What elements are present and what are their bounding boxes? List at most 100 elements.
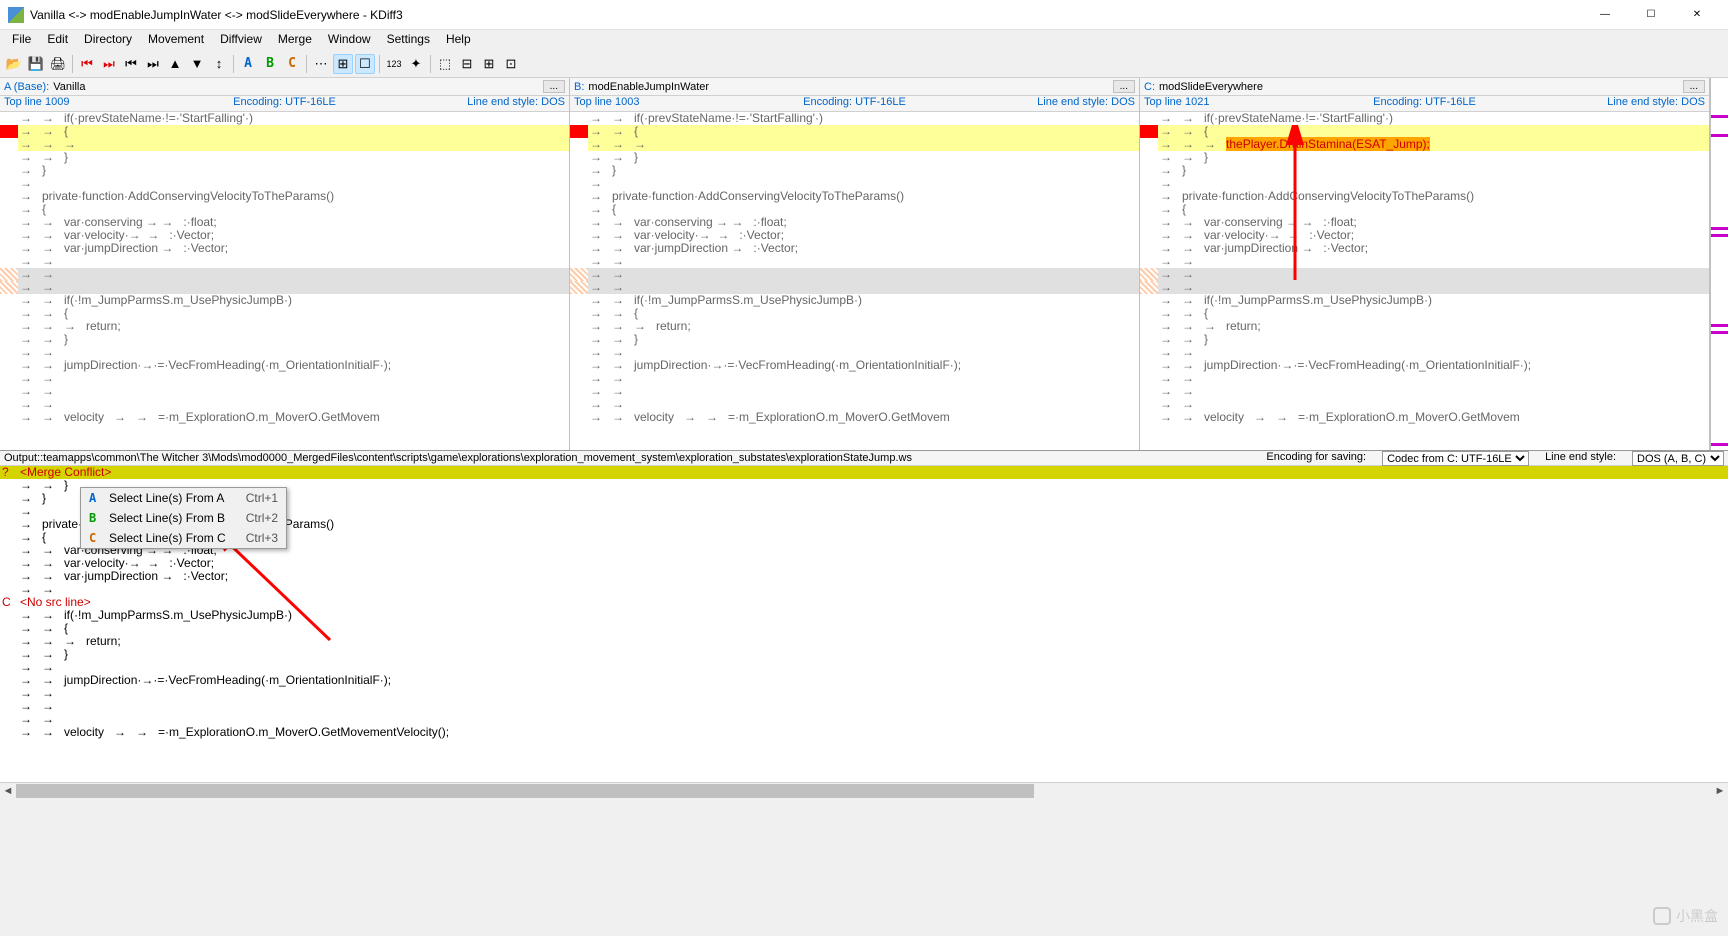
menu-diffview[interactable]: Diffview <box>212 30 270 50</box>
output-line[interactable]: → → { <box>0 622 1728 635</box>
code-line[interactable]: → → <box>0 372 569 385</box>
output-line[interactable]: → → jumpDirection·→·=·VecFromHeading(·m_… <box>0 674 1728 687</box>
code-line[interactable]: → → if(·!m_JumpParmsS.m_UsePhysicJumpB·) <box>0 294 569 307</box>
code-line[interactable]: → → → return; <box>1140 320 1709 333</box>
code-line[interactable]: → → jumpDirection·→·=·VecFromHeading(·m_… <box>0 359 569 372</box>
select-b-button[interactable]: B <box>260 54 280 74</box>
code-line[interactable]: → → } <box>0 151 569 164</box>
code-line[interactable]: → → if(·prevStateName·!=·'StartFalling'·… <box>570 112 1139 125</box>
output-encoding-select[interactable]: Codec from C: UTF-16LE <box>1382 451 1529 466</box>
output-line[interactable]: → → <box>0 583 1728 596</box>
code-line[interactable]: → } <box>570 164 1139 177</box>
code-line[interactable]: → → <box>570 385 1139 398</box>
code-line[interactable]: → → if(·!m_JumpParmsS.m_UsePhysicJumpB·) <box>1140 294 1709 307</box>
pane-a-code[interactable]: → → if(·prevStateName·!=·'StartFalling'·… <box>0 112 569 450</box>
context-menu-item[interactable]: ASelect Line(s) From ACtrl+1 <box>81 488 286 508</box>
code-line[interactable]: → → velocity → → =·m_ExplorationO.m_Move… <box>1140 411 1709 424</box>
toggle-wrap-icon[interactable]: ☐ <box>355 54 375 74</box>
code-line[interactable]: → → } <box>1140 151 1709 164</box>
scroll-right-icon[interactable]: ► <box>1712 783 1728 798</box>
output-line[interactable]: → → var·velocity·→ → :·Vector; <box>0 557 1728 570</box>
code-line[interactable]: → → } <box>1140 333 1709 346</box>
code-line[interactable]: → → velocity → → =·m_ExplorationO.m_Move… <box>570 411 1139 424</box>
toggle-split-icon[interactable]: ⊞ <box>333 54 353 74</box>
nav-next-conflict[interactable]: ⏭ <box>99 54 119 74</box>
scroll-left-icon[interactable]: ◄ <box>0 783 16 798</box>
output-line[interactable]: → → → return; <box>0 635 1728 648</box>
output-line[interactable]: → → } <box>0 648 1728 661</box>
output-line[interactable]: → → velocity → → =·m_ExplorationO.m_Move… <box>0 726 1728 739</box>
menu-directory[interactable]: Directory <box>76 30 140 50</box>
code-line[interactable]: → → <box>0 255 569 268</box>
code-line[interactable]: → → <box>0 268 569 281</box>
print-button[interactable]: 🖨 <box>48 54 68 74</box>
nav-goto-icon[interactable]: ↕ <box>209 54 229 74</box>
code-line[interactable]: → → if(·!m_JumpParmsS.m_UsePhysicJumpB·) <box>570 294 1139 307</box>
overview-strip[interactable] <box>1710 78 1728 450</box>
context-menu-item[interactable]: BSelect Line(s) From BCtrl+2 <box>81 508 286 528</box>
code-line[interactable]: → → var·jumpDirection → :·Vector; <box>570 242 1139 255</box>
code-line[interactable]: → → jumpDirection·→·=·VecFromHeading(·m_… <box>570 359 1139 372</box>
code-line[interactable]: → → if(·prevStateName·!=·'StartFalling'·… <box>1140 112 1709 125</box>
code-line[interactable]: → → if(·prevStateName·!=·'StartFalling'·… <box>0 112 569 125</box>
code-line[interactable]: → → → thePlayer.DrainStamina(ESAT_Jump); <box>1140 138 1709 151</box>
code-line[interactable]: → → jumpDirection·→·=·VecFromHeading(·m_… <box>1140 359 1709 372</box>
code-line[interactable]: → → velocity → → =·m_ExplorationO.m_Move… <box>0 411 569 424</box>
code-line[interactable]: → → → <box>570 138 1139 151</box>
code-line[interactable]: → → → <box>0 138 569 151</box>
maximize-button[interactable]: ☐ <box>1628 0 1674 30</box>
nav-down-icon[interactable]: ▼ <box>187 54 207 74</box>
cfg3-icon[interactable]: ⊞ <box>479 54 499 74</box>
output-line[interactable]: ?<Merge Conflict> <box>0 466 1728 479</box>
cfg1-icon[interactable]: ⬚ <box>435 54 455 74</box>
pane-c-code[interactable]: → → if(·prevStateName·!=·'StartFalling'·… <box>1140 112 1709 450</box>
code-line[interactable]: → → <box>0 385 569 398</box>
code-line[interactable]: → } <box>1140 164 1709 177</box>
pane-a-menu-button[interactable]: ... <box>543 80 565 93</box>
select-a-button[interactable]: A <box>238 54 258 74</box>
menu-edit[interactable]: Edit <box>39 30 76 50</box>
output-lineend-select[interactable]: DOS (A, B, C) <box>1632 451 1724 466</box>
menu-file[interactable]: File <box>4 30 39 50</box>
nav-prev-conflict[interactable]: ⏮ <box>77 54 97 74</box>
output-line[interactable]: → → if(·!m_JumpParmsS.m_UsePhysicJumpB·) <box>0 609 1728 622</box>
context-menu-item[interactable]: CSelect Line(s) From CCtrl+3 <box>81 528 286 548</box>
code-line[interactable]: → → } <box>570 151 1139 164</box>
code-line[interactable]: → → <box>1140 385 1709 398</box>
select-c-button[interactable]: C <box>282 54 302 74</box>
horizontal-scrollbar[interactable]: ◄ ► <box>0 782 1728 798</box>
menu-window[interactable]: Window <box>320 30 379 50</box>
toggle-whitespace[interactable]: ⋯ <box>311 54 331 74</box>
code-line[interactable]: → → } <box>0 333 569 346</box>
code-line[interactable]: → private·function·AddConservingVelocity… <box>0 190 569 203</box>
line-numbers-button[interactable]: 123 <box>384 54 404 74</box>
align-icon[interactable]: ✦ <box>406 54 426 74</box>
output-line[interactable]: → → <box>0 700 1728 713</box>
code-line[interactable]: → → <box>1140 268 1709 281</box>
pane-c-menu-button[interactable]: ... <box>1683 80 1705 93</box>
code-line[interactable]: → → <box>570 255 1139 268</box>
code-line[interactable]: → private·function·AddConservingVelocity… <box>570 190 1139 203</box>
code-line[interactable]: → → → return; <box>0 320 569 333</box>
code-line[interactable]: → → } <box>570 333 1139 346</box>
menu-merge[interactable]: Merge <box>270 30 320 50</box>
code-line[interactable]: → private·function·AddConservingVelocity… <box>1140 190 1709 203</box>
code-line[interactable]: → → <box>1140 372 1709 385</box>
pane-b-menu-button[interactable]: ... <box>1113 80 1135 93</box>
nav-prev-diff[interactable]: ⏮ <box>121 54 141 74</box>
code-line[interactable]: → → <box>1140 255 1709 268</box>
nav-next-diff[interactable]: ⏭ <box>143 54 163 74</box>
menu-settings[interactable]: Settings <box>379 30 438 50</box>
code-line[interactable]: → → → return; <box>570 320 1139 333</box>
menu-movement[interactable]: Movement <box>140 30 212 50</box>
cfg2-icon[interactable]: ⊟ <box>457 54 477 74</box>
nav-up-icon[interactable]: ▲ <box>165 54 185 74</box>
minimize-button[interactable]: — <box>1582 0 1628 30</box>
save-button[interactable]: 💾 <box>26 54 46 74</box>
close-button[interactable]: ✕ <box>1674 0 1720 30</box>
output-line[interactable]: → → <box>0 687 1728 700</box>
menu-help[interactable]: Help <box>438 30 479 50</box>
code-line[interactable]: → } <box>0 164 569 177</box>
code-line[interactable]: → → var·jumpDirection → :·Vector; <box>1140 242 1709 255</box>
code-line[interactable]: → → <box>570 268 1139 281</box>
